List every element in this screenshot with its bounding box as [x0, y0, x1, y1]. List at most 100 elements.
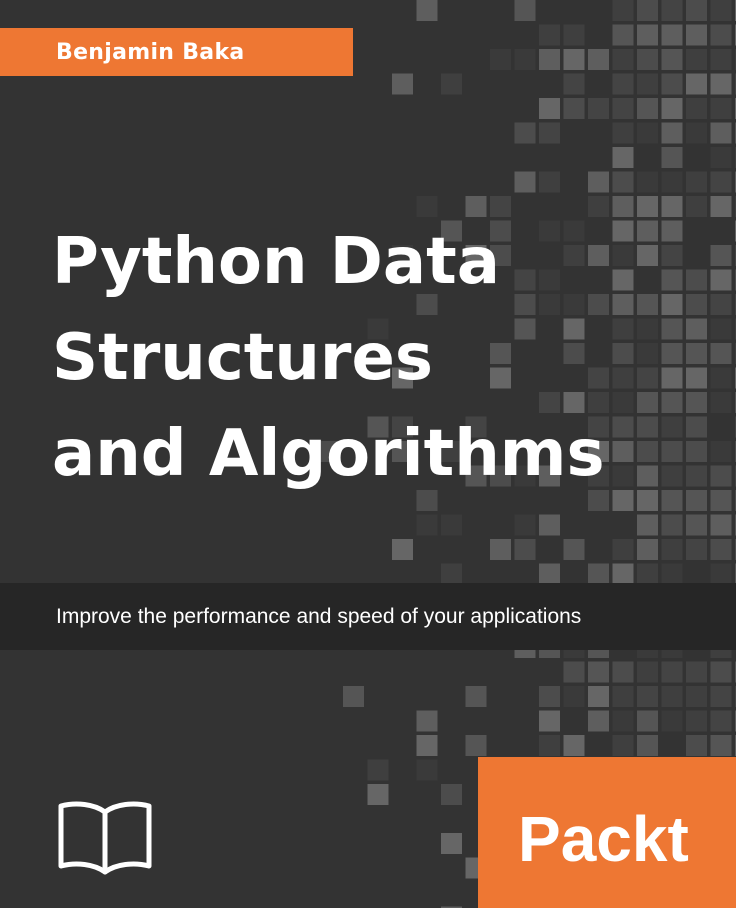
mosaic-tile: [710, 441, 732, 462]
mosaic-tile: [710, 73, 732, 95]
mosaic-tile: [612, 147, 634, 168]
mosaic-tile: [563, 539, 585, 560]
mosaic-tile: [637, 514, 658, 536]
mosaic-tile: [612, 73, 634, 95]
mosaic-tile: [612, 122, 634, 144]
author-band: Benjamin Baka: [0, 28, 353, 76]
mosaic-tile: [612, 686, 634, 707]
mosaic-tile: [710, 514, 732, 536]
mosaic-tile: [539, 563, 560, 585]
mosaic-tile: [539, 710, 560, 732]
mosaic-tile: [637, 686, 658, 707]
mosaic-tile: [416, 0, 438, 21]
mosaic-tile: [539, 24, 560, 46]
mosaic-tile: [416, 710, 438, 732]
mosaic-tile: [710, 147, 732, 168]
mosaic-tile: [392, 73, 413, 95]
mosaic-tile: [710, 24, 732, 46]
mosaic-tile: [661, 710, 683, 732]
mosaic-tile: [490, 539, 511, 560]
mosaic-tile: [441, 514, 462, 536]
mosaic-tile: [637, 98, 658, 119]
mosaic-tile: [539, 686, 560, 707]
mosaic-tile: [612, 661, 634, 683]
mosaic-tile: [563, 98, 585, 119]
mosaic-tile: [612, 710, 634, 732]
mosaic-tile: [661, 0, 683, 21]
mosaic-tile: [563, 686, 585, 707]
mosaic-tile: [441, 784, 462, 805]
mosaic-tile: [416, 735, 438, 756]
mosaic-tile: [588, 661, 609, 683]
mosaic-tile: [686, 49, 707, 70]
mosaic-tile: [637, 49, 658, 70]
mosaic-tile: [563, 24, 585, 46]
mosaic-tile: [612, 24, 634, 46]
mosaic-tile: [686, 98, 707, 119]
mosaic-tile: [710, 294, 732, 315]
mosaic-tile: [661, 49, 683, 70]
mosaic-tile: [661, 147, 683, 168]
book-cover: Benjamin Baka Python Data Structures and…: [0, 0, 736, 908]
mosaic-tile: [588, 686, 609, 707]
mosaic-tile: [637, 710, 658, 732]
mosaic-tile: [637, 171, 658, 193]
mosaic-tile: [490, 49, 511, 70]
mosaic-tile: [661, 122, 683, 144]
mosaic-tile: [710, 0, 732, 21]
mosaic-tile: [563, 49, 585, 70]
mosaic-tile: [514, 171, 536, 193]
mosaic-tile: [465, 686, 487, 707]
mosaic-tile: [710, 343, 732, 364]
mosaic-tile: [686, 24, 707, 46]
mosaic-tile: [563, 661, 585, 683]
mosaic-tile: [612, 539, 634, 560]
mosaic-tile: [637, 563, 658, 585]
mosaic-tile: [710, 661, 732, 683]
mosaic-tile: [441, 563, 462, 585]
mosaic-tile: [661, 98, 683, 119]
open-book-icon: [58, 801, 152, 875]
mosaic-tile: [686, 73, 707, 95]
book-title: Python Data Structures and Algorithms: [52, 214, 712, 502]
mosaic-tile: [710, 171, 732, 193]
mosaic-tile: [514, 514, 536, 536]
mosaic-tile: [612, 49, 634, 70]
mosaic-tile: [367, 784, 389, 805]
mosaic-tile: [710, 686, 732, 707]
mosaic-tile: [588, 98, 609, 119]
mosaic-tile: [710, 539, 732, 560]
mosaic-tile: [661, 514, 683, 536]
title-line-1: Python Data: [52, 225, 500, 299]
publisher-name: Packt: [518, 803, 689, 873]
mosaic-tile: [686, 710, 707, 732]
mosaic-tile: [539, 98, 560, 119]
mosaic-tile: [661, 171, 683, 193]
mosaic-tile: [686, 171, 707, 193]
mosaic-tile: [710, 98, 732, 119]
mosaic-tile: [661, 539, 683, 560]
mosaic-tile: [588, 49, 609, 70]
mosaic-tile: [710, 245, 732, 266]
mosaic-tile: [686, 661, 707, 683]
mosaic-tile: [710, 49, 732, 70]
mosaic-tile: [539, 171, 560, 193]
mosaic-tile: [686, 122, 707, 144]
mosaic-tile: [514, 122, 536, 144]
mosaic-tile: [637, 539, 658, 560]
mosaic-tile: [710, 735, 732, 756]
subtitle-band: Improve the performance and speed of you…: [0, 583, 736, 650]
mosaic-tile: [612, 171, 634, 193]
mosaic-tile: [710, 367, 732, 389]
mosaic-tile: [637, 0, 658, 21]
title-line-2: Structures: [52, 321, 433, 395]
book-subtitle: Improve the performance and speed of you…: [56, 604, 582, 628]
mosaic-tile: [539, 49, 560, 70]
mosaic-tile: [710, 392, 732, 413]
mosaic-tile: [588, 710, 609, 732]
mosaic-tile: [539, 735, 560, 756]
title-line-3: and Algorithms: [52, 417, 605, 491]
mosaic-tile: [416, 514, 438, 536]
mosaic-tile: [416, 759, 438, 781]
mosaic-tile: [661, 563, 683, 585]
